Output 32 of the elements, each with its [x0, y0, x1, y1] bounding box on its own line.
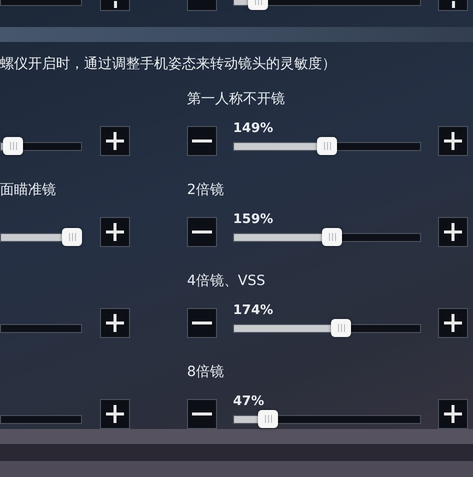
slider[interactable]	[233, 136, 421, 156]
setting-label: 4倍镜、VSS	[187, 272, 266, 291]
decrease-button[interactable]	[187, 399, 217, 429]
setting-label: 面瞄准镜	[0, 181, 56, 200]
increase-button[interactable]	[438, 308, 468, 338]
description-text: 螺仪开启时，通过调整手机姿态来转动镜头的灵敏度）	[0, 55, 336, 74]
setting-label: 2倍镜	[187, 181, 224, 200]
minus-icon	[192, 139, 212, 143]
percentage-value: 159%	[233, 213, 274, 227]
minus-icon	[192, 230, 212, 234]
increase-button[interactable]	[100, 399, 130, 429]
slider[interactable]	[233, 409, 421, 429]
minus-icon	[192, 412, 212, 416]
percentage-value: 149%	[233, 122, 274, 136]
increase-button[interactable]	[100, 126, 130, 156]
increase-button[interactable]	[438, 126, 468, 156]
percentage-value: 47%	[233, 395, 264, 409]
setting-label: 第一人称不开镜	[187, 90, 285, 109]
increase-button[interactable]	[438, 217, 468, 247]
setting-label: 8倍镜	[187, 363, 224, 382]
decrease-button[interactable]	[187, 126, 217, 156]
percentage-value: 174%	[233, 304, 274, 318]
slider[interactable]	[233, 227, 421, 247]
increase-button[interactable]	[100, 308, 130, 338]
decrease-button[interactable]	[187, 217, 217, 247]
slider[interactable]	[0, 227, 82, 247]
slider[interactable]	[233, 318, 421, 338]
decrease-button[interactable]	[187, 308, 217, 338]
increase-button[interactable]	[438, 399, 468, 429]
increase-button[interactable]	[100, 217, 130, 247]
minus-icon	[192, 321, 212, 325]
slider[interactable]	[0, 136, 82, 156]
